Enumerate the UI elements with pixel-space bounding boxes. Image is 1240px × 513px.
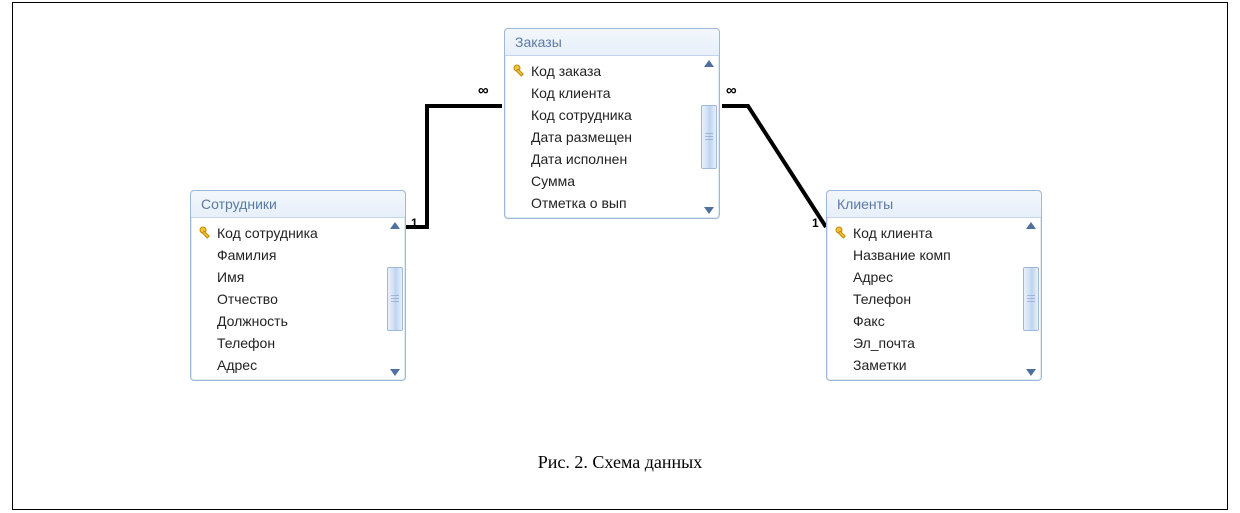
field-label: Адрес bbox=[851, 269, 893, 285]
field-label: Дата исполнен bbox=[529, 151, 627, 167]
table-row[interactable]: Код заказа bbox=[505, 60, 699, 82]
scroll-down-icon[interactable] bbox=[704, 207, 714, 214]
field-label: Телефон bbox=[851, 291, 911, 307]
scroll-up-icon[interactable] bbox=[704, 60, 714, 67]
field-label: Код сотрудника bbox=[529, 107, 632, 123]
table-row[interactable]: Имя bbox=[191, 266, 385, 288]
key-slot-empty bbox=[197, 247, 215, 263]
key-slot-empty bbox=[833, 313, 851, 329]
table-row[interactable]: Название комп bbox=[827, 244, 1021, 266]
table-row[interactable]: Телефон bbox=[191, 332, 385, 354]
table-row[interactable]: Адрес bbox=[191, 354, 385, 376]
cardinality-many-left: ∞ bbox=[478, 82, 489, 99]
primary-key-icon bbox=[833, 225, 851, 241]
field-label: Заметки bbox=[851, 357, 907, 373]
table-body-orders: Код заказа Код клиента Код сотрудника Да… bbox=[505, 56, 719, 218]
table-row[interactable]: Дата исполнен bbox=[505, 148, 699, 170]
scroll-down-icon[interactable] bbox=[1026, 369, 1036, 376]
table-row[interactable]: Фамилия bbox=[191, 244, 385, 266]
field-label: Название комп bbox=[851, 247, 951, 263]
table-row[interactable]: Код сотрудника bbox=[505, 104, 699, 126]
key-slot-empty bbox=[511, 129, 529, 145]
key-slot-empty bbox=[511, 85, 529, 101]
field-label: Сумма bbox=[529, 173, 575, 189]
scrollbar[interactable] bbox=[1021, 218, 1041, 380]
relationship-line-2 bbox=[722, 106, 826, 227]
scroll-up-icon[interactable] bbox=[1026, 222, 1036, 229]
primary-key-icon bbox=[197, 225, 215, 241]
key-slot-empty bbox=[197, 291, 215, 307]
key-slot-empty bbox=[833, 335, 851, 351]
table-row[interactable]: Дата размещен bbox=[505, 126, 699, 148]
key-slot-empty bbox=[833, 269, 851, 285]
key-slot-empty bbox=[511, 151, 529, 167]
scrollbar[interactable] bbox=[699, 56, 719, 218]
field-label: Эл_почта bbox=[851, 335, 915, 351]
table-row[interactable]: Телефон bbox=[827, 288, 1021, 310]
table-row[interactable]: Код клиента bbox=[505, 82, 699, 104]
table-title-clients[interactable]: Клиенты bbox=[827, 191, 1041, 218]
field-label: Должность bbox=[215, 313, 288, 329]
figure-caption: Рис. 2. Схема данных bbox=[12, 452, 1228, 473]
cardinality-one-right: 1 bbox=[812, 216, 819, 230]
key-slot-empty bbox=[197, 335, 215, 351]
key-slot-empty bbox=[511, 195, 529, 211]
table-box-employees[interactable]: Сотрудники Код сотрудника Фамилия bbox=[190, 190, 406, 381]
table-row[interactable]: Факс bbox=[827, 310, 1021, 332]
table-row[interactable]: Адрес bbox=[827, 266, 1021, 288]
table-row[interactable]: Эл_почта bbox=[827, 332, 1021, 354]
key-slot-empty bbox=[197, 269, 215, 285]
field-label: Факс bbox=[851, 313, 885, 329]
field-label: Код заказа bbox=[529, 63, 601, 79]
field-label: Дата размещен bbox=[529, 129, 632, 145]
key-slot-empty bbox=[511, 173, 529, 189]
field-list-orders[interactable]: Код заказа Код клиента Код сотрудника Да… bbox=[505, 56, 699, 218]
key-slot-empty bbox=[833, 291, 851, 307]
field-label: Имя bbox=[215, 269, 244, 285]
table-row[interactable]: Сумма bbox=[505, 170, 699, 192]
field-list-employees[interactable]: Код сотрудника Фамилия Имя Отчество Долж… bbox=[191, 218, 385, 380]
field-label: Телефон bbox=[215, 335, 275, 351]
scroll-thumb[interactable] bbox=[701, 105, 717, 169]
table-row[interactable]: Отчество bbox=[191, 288, 385, 310]
scroll-thumb[interactable] bbox=[1023, 267, 1039, 331]
cardinality-many-right: ∞ bbox=[726, 82, 737, 99]
table-title-employees[interactable]: Сотрудники bbox=[191, 191, 405, 218]
table-row[interactable]: Отметка о вып bbox=[505, 192, 699, 214]
table-box-orders[interactable]: Заказы Код заказа Код клиента bbox=[504, 28, 720, 219]
field-label: Код клиента bbox=[529, 85, 611, 101]
cardinality-one-left: 1 bbox=[411, 216, 418, 230]
scroll-down-icon[interactable] bbox=[390, 369, 400, 376]
table-body-employees: Код сотрудника Фамилия Имя Отчество Долж… bbox=[191, 218, 405, 380]
table-row[interactable]: Код сотрудника bbox=[191, 222, 385, 244]
table-body-clients: Код клиента Название комп Адрес Телефон … bbox=[827, 218, 1041, 380]
diagram-canvas: Сотрудники Код сотрудника Фамилия bbox=[12, 2, 1228, 510]
key-slot-empty bbox=[511, 107, 529, 123]
field-label: Фамилия bbox=[215, 247, 276, 263]
key-slot-empty bbox=[197, 357, 215, 373]
scroll-thumb[interactable] bbox=[387, 267, 403, 331]
table-row[interactable]: Код клиента bbox=[827, 222, 1021, 244]
scrollbar[interactable] bbox=[385, 218, 405, 380]
field-list-clients[interactable]: Код клиента Название комп Адрес Телефон … bbox=[827, 218, 1021, 380]
table-row[interactable]: Заметки bbox=[827, 354, 1021, 376]
primary-key-icon bbox=[511, 63, 529, 79]
field-label: Код сотрудника bbox=[215, 225, 318, 241]
key-slot-empty bbox=[197, 313, 215, 329]
field-label: Адрес bbox=[215, 357, 257, 373]
field-label: Код клиента bbox=[851, 225, 933, 241]
field-label: Отметка о вып bbox=[529, 195, 627, 211]
table-row[interactable]: Должность bbox=[191, 310, 385, 332]
key-slot-empty bbox=[833, 357, 851, 373]
relationship-line-1 bbox=[406, 106, 502, 227]
key-slot-empty bbox=[833, 247, 851, 263]
table-title-orders[interactable]: Заказы bbox=[505, 29, 719, 56]
scroll-up-icon[interactable] bbox=[390, 222, 400, 229]
field-label: Отчество bbox=[215, 291, 278, 307]
table-box-clients[interactable]: Клиенты Код клиента Название комп bbox=[826, 190, 1042, 381]
